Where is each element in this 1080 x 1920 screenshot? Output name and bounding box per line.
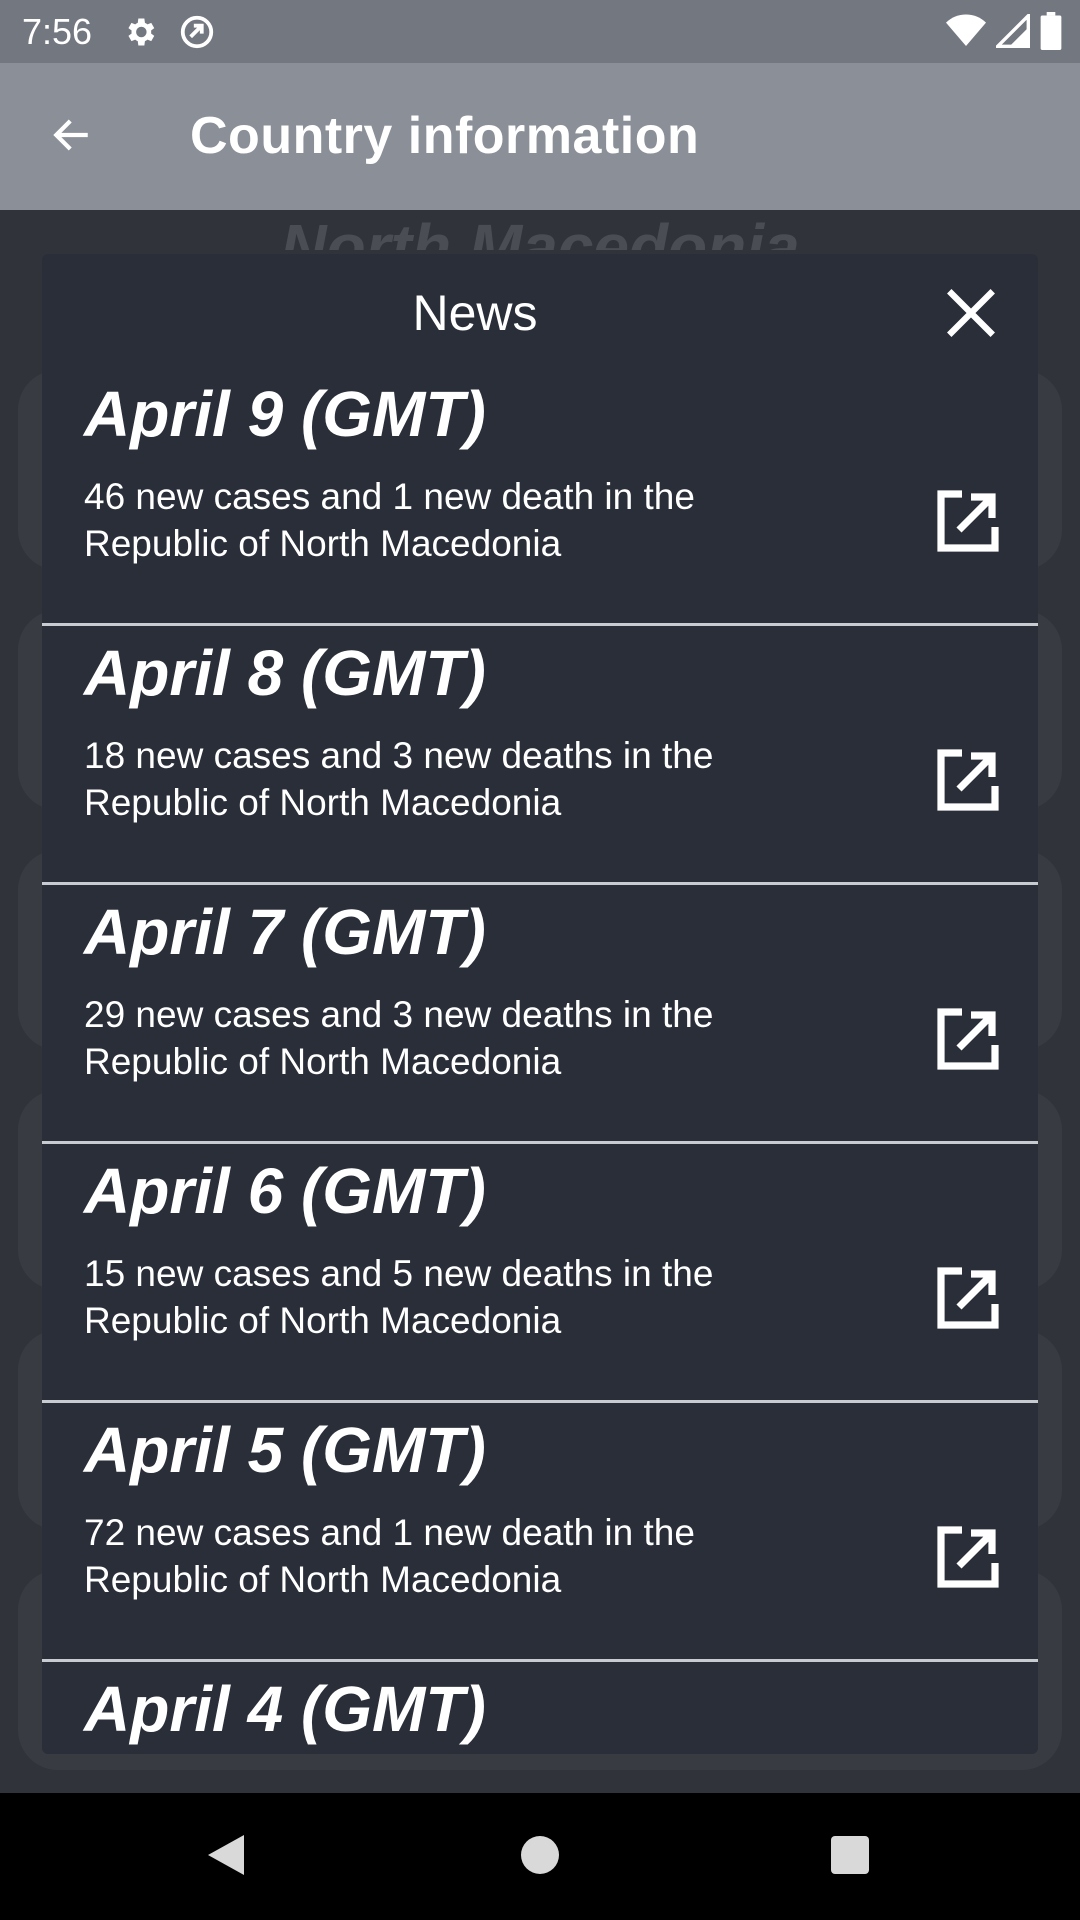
home-circle-icon	[520, 1835, 560, 1880]
news-item: April 8 (GMT) 18 new cases and 3 new dea…	[42, 626, 1038, 885]
news-summary: 18 new cases and 3 new deaths in the Rep…	[84, 735, 714, 823]
news-date: April 5 (GMT)	[84, 1414, 486, 1486]
open-in-new-icon	[932, 1521, 1004, 1598]
arrow-back-icon	[48, 114, 96, 161]
news-item: April 9 (GMT) 46 new cases and 1 new dea…	[42, 367, 1038, 626]
news-list: April 9 (GMT) 46 new cases and 1 new dea…	[42, 367, 1038, 1754]
news-summary: 46 new cases and 1 new death in the Repu…	[84, 476, 695, 564]
news-date: April 8 (GMT)	[84, 637, 486, 709]
close-icon	[942, 284, 1000, 347]
nav-back-button[interactable]	[198, 1829, 254, 1885]
news-summary: 15 new cases and 5 new deaths in the Rep…	[84, 1253, 714, 1341]
close-button[interactable]	[940, 284, 1002, 346]
nav-home-button[interactable]	[512, 1829, 568, 1885]
news-date: April 9 (GMT)	[84, 378, 486, 450]
settings-icon	[122, 13, 158, 51]
news-item: April 6 (GMT) 15 new cases and 5 new dea…	[42, 1144, 1038, 1403]
open-in-new-icon	[932, 1262, 1004, 1339]
navigation-bar	[0, 1793, 1080, 1920]
dialog-title: News	[412, 285, 538, 341]
news-date: April 6 (GMT)	[84, 1155, 486, 1227]
open-link-button[interactable]	[932, 1264, 1004, 1336]
recents-square-icon	[830, 1835, 870, 1880]
news-item: April 7 (GMT) 29 new cases and 3 new dea…	[42, 885, 1038, 1144]
news-summary: 72 new cases and 1 new death in the Repu…	[84, 1512, 695, 1600]
news-item: April 4 (GMT)	[42, 1662, 1038, 1754]
status-time: 7:56	[22, 10, 93, 52]
news-date: April 7 (GMT)	[84, 896, 486, 968]
news-date: April 4 (GMT)	[84, 1673, 486, 1745]
nav-recents-button[interactable]	[822, 1829, 878, 1885]
status-bar: 7:56	[0, 0, 1080, 63]
open-in-new-icon	[932, 744, 1004, 821]
wifi-icon	[946, 13, 986, 49]
open-in-new-icon	[932, 485, 1004, 562]
back-button[interactable]	[44, 111, 100, 163]
country-name: North Macedonia	[280, 211, 800, 250]
signal-icon	[996, 14, 1030, 48]
open-link-button[interactable]	[932, 1005, 1004, 1077]
news-summary: 29 new cases and 3 new deaths in the Rep…	[84, 994, 714, 1082]
back-triangle-icon	[204, 1831, 248, 1884]
open-in-new-icon	[932, 1003, 1004, 1080]
app-bar: Country information	[0, 63, 1080, 210]
open-link-button[interactable]	[932, 1523, 1004, 1595]
news-dialog: News April 9 (GMT) 46 new cases and 1 ne…	[42, 254, 1038, 1754]
page-title: Country information	[190, 107, 700, 165]
sync-icon	[178, 13, 216, 51]
open-link-button[interactable]	[932, 487, 1004, 559]
battery-icon	[1040, 12, 1062, 50]
open-link-button[interactable]	[932, 746, 1004, 818]
news-item: April 5 (GMT) 72 new cases and 1 new dea…	[42, 1403, 1038, 1662]
